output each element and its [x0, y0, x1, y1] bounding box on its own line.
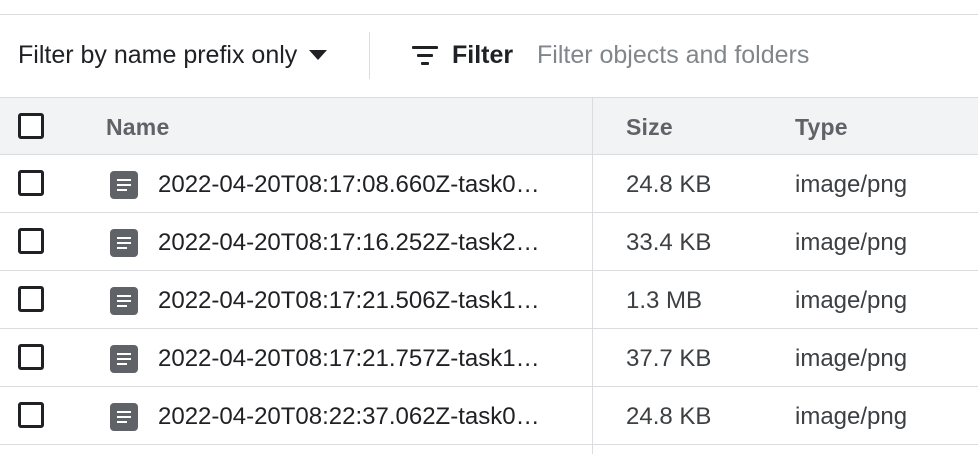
object-name-link[interactable]: 2022-04-20T08:17:16.252Z-task2… [158, 229, 568, 257]
document-icon [110, 403, 138, 431]
table-header: Name Size Type [0, 97, 978, 155]
row-checkbox[interactable] [18, 402, 44, 428]
filter-button[interactable]: Filter [412, 37, 513, 73]
table-row: 2022-04-20T08:22:37.062Z-task0… 24.8 KB … [0, 387, 978, 445]
object-size: 1.3 MB [626, 287, 703, 314]
filter-toolbar: Filter by name prefix only Filter [0, 15, 978, 97]
object-type: image/png [795, 287, 908, 314]
filter-objects-input[interactable] [537, 37, 957, 73]
column-header-size[interactable]: Size [626, 114, 673, 141]
column-divider[interactable] [592, 97, 593, 454]
filter-list-icon [412, 44, 438, 66]
object-name-link[interactable]: 2022-04-20T08:17:21.757Z-task1… [158, 345, 568, 373]
row-checkbox[interactable] [18, 286, 44, 312]
row-checkbox[interactable] [18, 228, 44, 254]
row-checkbox[interactable] [18, 344, 44, 370]
object-name-link[interactable]: 2022-04-20T08:17:21.506Z-task1… [158, 287, 568, 315]
caret-down-icon [309, 50, 328, 60]
object-size: 33.4 KB [626, 229, 712, 256]
object-type: image/png [795, 229, 908, 256]
table-row: 2022-04-20T08:17:21.506Z-task1… 1.3 MB i… [0, 271, 978, 329]
document-icon [110, 345, 138, 373]
column-header-type[interactable]: Type [795, 114, 848, 141]
object-size: 37.7 KB [626, 345, 712, 372]
column-header-name[interactable]: Name [106, 114, 169, 141]
object-type: image/png [795, 171, 908, 198]
object-size: 24.8 KB [626, 171, 712, 198]
object-type: image/png [795, 345, 908, 372]
toolbar-divider [369, 32, 370, 79]
table-row: 2022-04-20T08:17:21.757Z-task1… 37.7 KB … [0, 329, 978, 387]
object-size: 24.8 KB [626, 403, 712, 430]
object-type: image/png [795, 403, 908, 430]
table-row: 2022-04-20T08:17:16.252Z-task2… 33.4 KB … [0, 213, 978, 271]
object-name-link[interactable]: 2022-04-20T08:22:37.062Z-task0… [158, 403, 568, 431]
select-all-checkbox[interactable] [18, 113, 44, 139]
filter-button-label: Filter [452, 40, 514, 69]
document-icon [110, 171, 138, 199]
object-name-link[interactable]: 2022-04-20T08:17:08.660Z-task0… [158, 171, 568, 199]
prefix-filter-label: Filter by name prefix only [18, 40, 298, 69]
document-icon [110, 287, 138, 315]
document-icon [110, 229, 138, 257]
table-row: 2022-04-20T08:17:08.660Z-task0… 24.8 KB … [0, 155, 978, 213]
prefix-filter-dropdown[interactable]: Filter by name prefix only [18, 37, 328, 73]
row-checkbox[interactable] [18, 170, 44, 196]
